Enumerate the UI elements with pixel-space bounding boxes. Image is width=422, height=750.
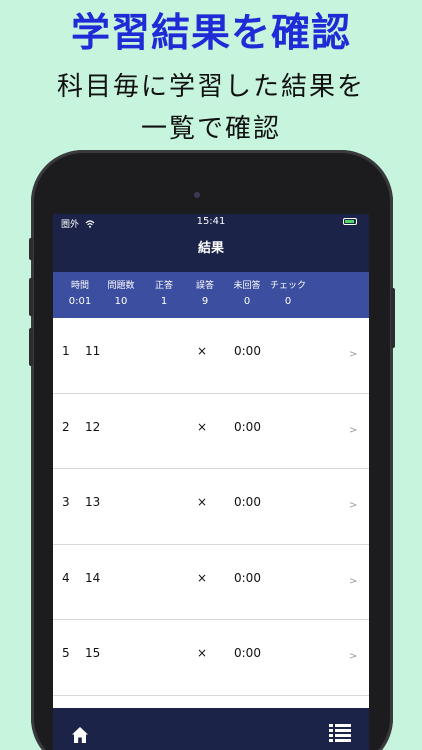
promo-subtitle-line1: 科目毎に学習した結果を: [56, 72, 365, 102]
row-time: 0:00: [234, 419, 261, 434]
chevron-right-icon: >: [349, 349, 358, 360]
row-result: ×: [197, 419, 208, 434]
row-index: 2: [62, 419, 70, 434]
row-question: 12: [85, 419, 101, 434]
chevron-right-icon: >: [349, 500, 358, 511]
list-icon[interactable]: [329, 724, 351, 742]
summary-check: チェック 0: [269, 281, 306, 307]
row-time: 0:00: [234, 646, 261, 660]
phone-side-button: [29, 328, 33, 366]
row-index: 5: [62, 646, 70, 660]
battery-icon: [343, 218, 357, 225]
row-index: 3: [62, 495, 70, 509]
row-question: 15: [85, 646, 101, 660]
results-list: 1 11 × 0:00 > 2 12 × 0:00 > 3 13 × 0:00 …: [53, 318, 369, 696]
phone-side-button: [391, 288, 395, 348]
chevron-right-icon: >: [349, 651, 358, 662]
camera-dot: [194, 192, 200, 198]
row-question: 13: [85, 495, 101, 509]
summary-bar: 時間 0:01 問題数 10 正答 1 誤答 9 未回答 0 チェック 0: [53, 272, 369, 318]
app-screen: 圏外 15:41 結果 時間 0:01 問題数 10 正答 1 誤答 9 未回答…: [53, 214, 369, 750]
phone-side-button: [29, 238, 33, 260]
list-item[interactable]: 4 14 × 0:00 >: [53, 544, 369, 620]
page-title: 結果: [53, 230, 369, 272]
home-icon[interactable]: [71, 726, 89, 744]
row-result: ×: [197, 495, 208, 509]
row-result: ×: [197, 570, 208, 585]
row-question: 14: [85, 570, 101, 585]
chevron-right-icon: >: [349, 424, 358, 436]
row-index: 1: [62, 344, 70, 358]
list-item[interactable]: 1 11 × 0:00 >: [53, 318, 369, 394]
list-item[interactable]: 3 13 × 0:00 >: [53, 469, 369, 545]
promo-subtitle: 科目毎に学習した結果を 一覧で確認: [0, 66, 422, 150]
promo-title: 学習結果を確認: [70, 11, 351, 56]
row-time: 0:00: [234, 344, 261, 358]
chevron-right-icon: >: [349, 575, 358, 587]
tab-bar: [53, 708, 369, 750]
list-item[interactable]: 5 15 × 0:00 >: [53, 620, 369, 696]
list-item[interactable]: 2 12 × 0:00 >: [53, 393, 369, 469]
row-result: ×: [197, 646, 208, 660]
status-time: 15:41: [196, 216, 226, 227]
row-question: 11: [85, 344, 101, 358]
row-index: 4: [62, 570, 70, 585]
row-time: 0:00: [234, 495, 261, 509]
row-time: 0:00: [234, 570, 261, 585]
status-bar: 圏外 15:41: [53, 214, 369, 230]
row-result: ×: [197, 344, 208, 358]
phone-side-button: [29, 278, 33, 316]
promo-subtitle-line2: 一覧で確認: [140, 114, 281, 144]
